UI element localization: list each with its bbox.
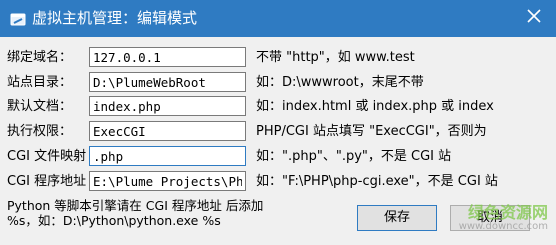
domain-hint: 不带 "http"，如 www.test — [256, 50, 415, 65]
form-row-exec-permission: 执行权限： PHP/CGI 站点填写 "ExecCGI"，否则为 — [0, 120, 556, 144]
cgi-mapping-hint: 如：".php"、".py"，不是 CGI 站 — [256, 149, 452, 164]
title-bar: 虚拟主机管理：编辑模式 — [0, 0, 556, 37]
default-doc-hint: 如：index.html 或 index.php 或 index — [256, 99, 494, 114]
app-icon — [10, 11, 26, 27]
close-icon — [527, 9, 541, 27]
cgi-note: Python 等脚本引擎请在 CGI 程序地址 后添加 %s，如：D:\Pyth… — [7, 198, 347, 228]
form-row-default-doc: 默认文档： 如：index.html 或 index.php 或 index — [0, 95, 556, 119]
dialog-content: 绑定域名： 不带 "http"，如 www.test 站点目录： 如：D:\ww… — [0, 37, 556, 245]
site-dir-label: 站点目录： — [7, 75, 73, 90]
cancel-button[interactable]: 取消 — [450, 205, 530, 231]
site-dir-hint: 如：D:\wwwroot，末尾不带 — [256, 75, 424, 90]
domain-label: 绑定域名： — [7, 50, 73, 65]
domain-field[interactable] — [89, 47, 246, 67]
form-row-domain: 绑定域名： 不带 "http"，如 www.test — [0, 46, 556, 70]
close-button[interactable] — [520, 6, 548, 30]
site-dir-field[interactable] — [89, 72, 246, 92]
cgi-mapping-label: CGI 文件映射 — [7, 149, 87, 164]
cgi-program-label: CGI 程序地址 — [7, 174, 87, 189]
cgi-program-hint: 如："F:\PHP\php-cgi.exe"，不是 CGI 站 — [256, 174, 498, 189]
cgi-mapping-field[interactable] — [89, 146, 246, 166]
cgi-note-line-2: %s，如：D:\Python\python.exe %s — [7, 213, 221, 228]
cgi-program-field[interactable] — [89, 171, 246, 191]
default-doc-field[interactable] — [89, 96, 246, 116]
exec-permission-hint: PHP/CGI 站点填写 "ExecCGI"，否则为 — [256, 124, 487, 139]
exec-permission-label: 执行权限： — [7, 124, 73, 139]
save-button[interactable]: 保存 — [357, 205, 437, 231]
form-row-cgi-program: CGI 程序地址 如："F:\PHP\php-cgi.exe"，不是 CGI 站 — [0, 170, 556, 194]
exec-permission-field[interactable] — [89, 121, 246, 141]
default-doc-label: 默认文档： — [7, 99, 73, 114]
cgi-note-line-1: Python 等脚本引擎请在 CGI 程序地址 后添加 — [7, 198, 264, 213]
form-row-site-dir: 站点目录： 如：D:\wwwroot，末尾不带 — [0, 71, 556, 95]
window-title: 虚拟主机管理：编辑模式 — [32, 9, 198, 27]
form-row-cgi-mapping: CGI 文件映射 如：".php"、".py"，不是 CGI 站 — [0, 145, 556, 169]
